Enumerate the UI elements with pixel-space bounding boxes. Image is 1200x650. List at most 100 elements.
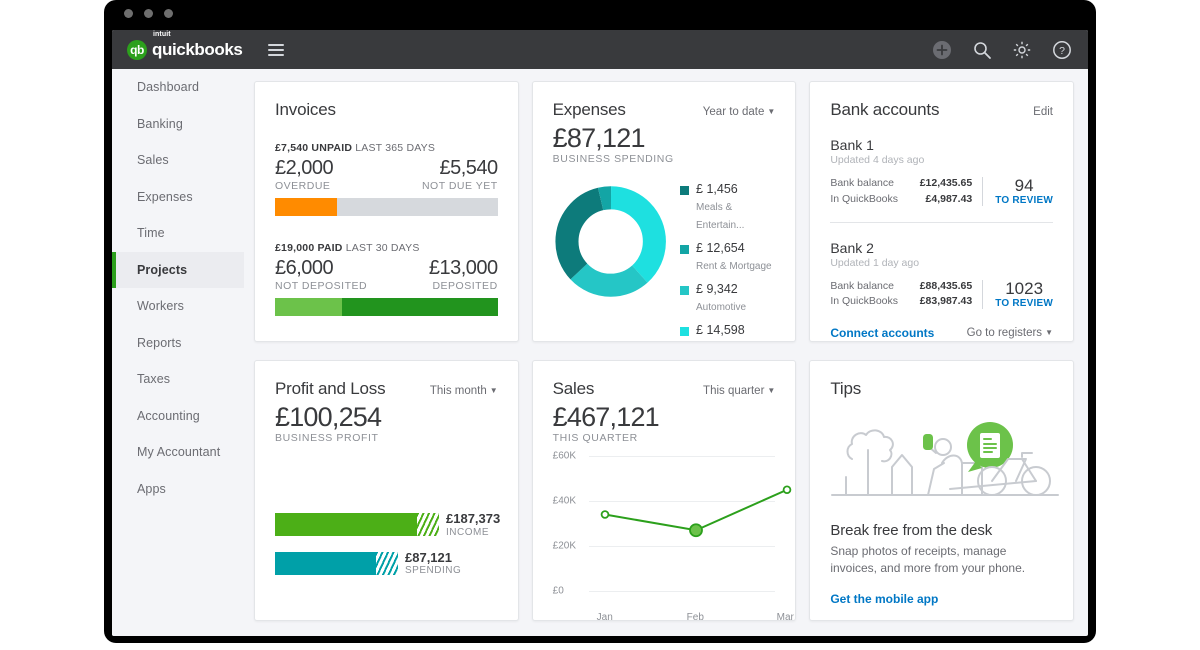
go-to-registers-label: Go to registers [966,327,1043,339]
invoices-unpaid-amount: £7,540 UNPAID [275,142,353,154]
profit-loss-income-row[interactable]: £187,373 INCOME [275,512,500,538]
legend-item-travel[interactable]: £ 14,598 Travel Expenses [680,323,775,341]
invoices-card: Invoices £7,540 UNPAID LAST 365 DAYS £2,… [254,81,519,342]
phone-icon [923,434,934,450]
laptop-frame: qb intuit quickbooks ? Dashboard Banking… [104,0,1096,643]
legend-swatch-meals [680,186,690,196]
window-close-dot[interactable] [124,9,133,18]
chevron-down-icon: ▼ [767,107,776,116]
svg-text:?: ? [1059,45,1065,57]
income-bar-solid [275,513,417,537]
expenses-range-dropdown[interactable]: Year to date ▼ [703,106,776,118]
legend-item-meals[interactable]: £ 1,456 Meals & Entertain... [680,183,775,233]
tips-body: Snap photos of receipts, manage invoices… [830,544,1026,576]
expenses-total-label: BUSINESS SPENDING [552,153,674,166]
intuit-wordmark: intuit [153,30,171,38]
sidebar-nav: Dashboard Banking Sales Expenses Time Pr… [112,69,244,636]
add-icon[interactable] [932,40,952,60]
sidebar-item-my-accountant[interactable]: My Accountant [112,434,244,471]
sidebar-item-taxes[interactable]: Taxes [112,361,244,398]
legend-amount-meals: £ 1,456 [696,182,738,197]
bank-1-qb-value: £4,987.43 [925,192,973,205]
connect-accounts-link[interactable]: Connect accounts [830,326,934,340]
legend-label-automotive: Automotive [696,301,747,313]
spending-bar-solid [275,551,376,575]
income-bar-hatched [417,513,439,537]
tree-canopy-icon [846,429,895,463]
invoices-not-due-amount: £5,540 [439,157,498,179]
sales-range-label: This quarter [703,385,765,397]
sales-range-dropdown[interactable]: This quarter ▼ [703,385,775,397]
invoices-unpaid-period: LAST 365 DAYS [355,142,436,154]
bank-2-review-count: 1023 [1005,278,1044,298]
invoices-not-deposited-amount: £6,000 [275,257,334,279]
hamburger-menu-icon[interactable] [268,43,285,56]
quickbooks-logo-icon: qb [127,39,147,60]
profit-loss-card: Profit and Loss This month ▼ £100,254 BUS… [254,360,519,621]
bank-2-updated: Updated 1 day ago [830,256,920,269]
invoices-paid-amount: £19,000 PAID [275,242,343,254]
sidebar-item-reports[interactable]: Reports [112,325,244,362]
tips-heading: Break free from the desk [830,522,993,539]
bank-1-qb-label: In QuickBooks [830,192,899,205]
sales-line-chart[interactable]: £60K £40K £20K £0 Jan Feb Mar [552,451,794,620]
income-label: INCOME [446,526,489,538]
sidebar-item-workers[interactable]: Workers [112,288,244,325]
sidebar-item-apps[interactable]: Apps [112,471,244,508]
profit-loss-spending-row[interactable]: £87,121 SPENDING [275,550,498,576]
settings-gear-icon[interactable] [1012,40,1032,60]
sidebar-item-expenses[interactable]: Expenses [112,179,244,216]
expenses-donut-chart[interactable] [553,179,668,304]
legend-item-rent[interactable]: £ 12,654 Rent & Mortgage [680,241,775,274]
bank-2-qb-value: £83,987.43 [919,295,973,308]
search-icon[interactable] [972,40,992,60]
invoices-overdue-amount: £2,000 [275,157,334,179]
sidebar-item-dashboard[interactable]: Dashboard [112,69,244,106]
sidebar-item-sales[interactable]: Sales [112,142,244,179]
quickbooks-logo[interactable]: qb intuit quickbooks [127,31,243,60]
sidebar-item-accounting[interactable]: Accounting [112,398,244,435]
person-torso [941,454,964,488]
window-traffic-lights [124,9,173,18]
income-bar [275,513,439,537]
dashboard-grid: Invoices £7,540 UNPAID LAST 365 DAYS £2,… [244,69,1088,636]
sidebar-item-projects[interactable]: Projects [112,251,244,288]
lamp-icon [891,454,914,496]
datapoint-feb [688,523,703,538]
invoices-paid-bar[interactable] [275,298,498,316]
bank-accounts-title: Bank accounts [830,100,940,119]
sidebar-item-time[interactable]: Time [112,215,244,252]
receipt-icon [980,433,1001,458]
invoices-unpaid-bar[interactable] [275,198,498,216]
invoices-paid-period: LAST 30 DAYS [345,242,420,254]
invoices-not-deposited-label: NOT DEPOSITED [275,280,368,292]
sidebar-item-banking[interactable]: Banking [112,106,244,143]
help-icon[interactable]: ? [1052,40,1072,60]
get-mobile-app-link[interactable]: Get the mobile app [830,592,1053,606]
bank-1-updated: Updated 4 days ago [830,154,925,166]
invoices-unpaid-subtitle: £7,540 UNPAID LAST 365 DAYS [275,142,498,154]
app-bar-actions: ? [932,40,1072,60]
bank-1-review-count: 94 [1014,176,1034,196]
go-to-registers-dropdown[interactable]: Go to registers ▼ [967,327,1053,339]
profit-loss-range-dropdown[interactable]: This month ▼ [430,385,498,397]
legend-swatch-automotive [680,285,690,295]
invoices-overdue-label: OVERDUE [275,180,331,192]
legend-item-automotive[interactable]: £ 9,342 Automotive [680,282,775,315]
expenses-range-label: Year to date [702,106,765,118]
legend-swatch-rent [680,245,690,255]
expenses-card: Expenses Year to date ▼ £87,121 BUSINESS … [531,81,797,342]
chevron-down-icon: ▼ [767,386,776,395]
bank-1-to-review[interactable]: 94 TO REVIEW [982,176,1053,207]
window-minimize-dot[interactable] [144,9,153,18]
chevron-down-icon: ▼ [489,386,498,395]
legend-label-rent: Rent & Mortgage [696,260,772,272]
window-maximize-dot[interactable] [164,9,173,18]
bank-edit-button[interactable]: Edit [1033,106,1053,118]
legend-label-meals: Meals & Entertain... [696,202,745,232]
ytick-0: £0 [552,585,564,597]
bank-2-to-review[interactable]: 1023 TO REVIEW [982,278,1053,309]
invoices-paid-subtitle: £19,000 PAID LAST 30 DAYS [275,242,498,254]
invoices-not-deposited-segment [275,298,342,316]
tips-illustration [830,411,1060,508]
